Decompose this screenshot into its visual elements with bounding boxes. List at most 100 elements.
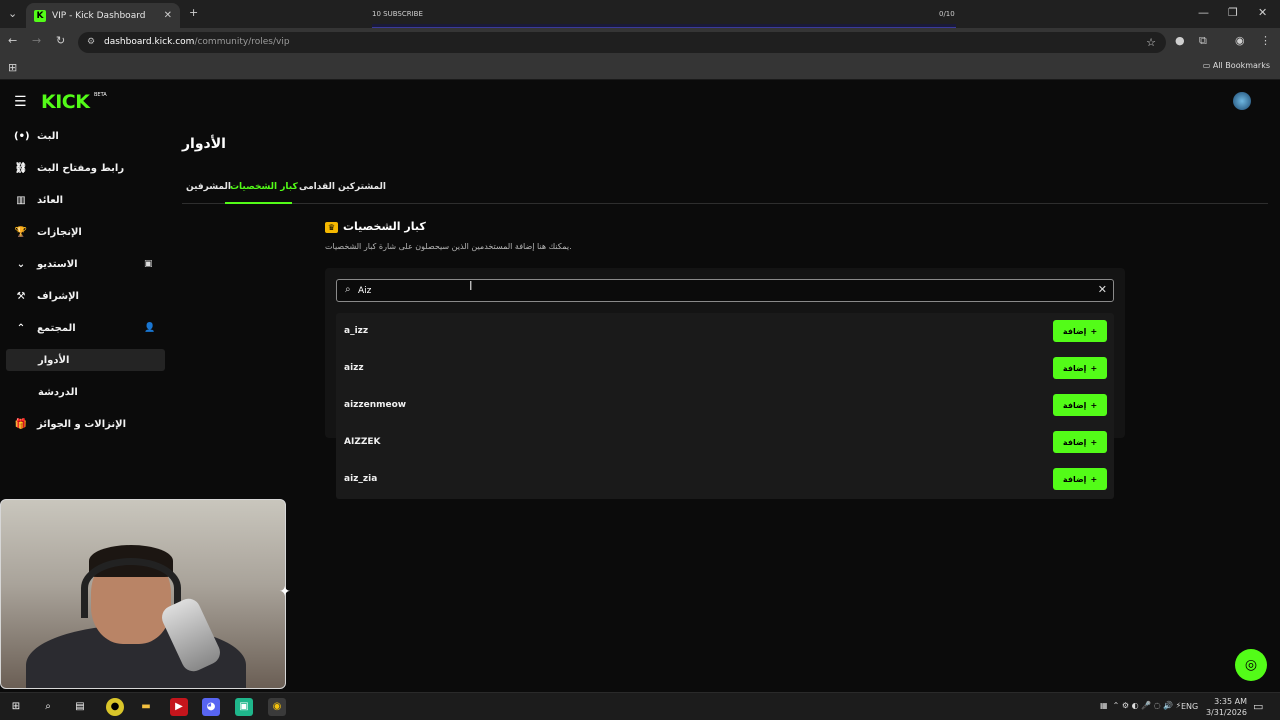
url-host: dashboard.kick.com <box>104 37 195 47</box>
tab-og-subscribers[interactable]: المشتركين القدامى <box>299 182 386 192</box>
all-bookmarks-button[interactable]: ▭ All Bookmarks <box>1203 61 1270 70</box>
streaming-app-icon[interactable]: ▣ <box>235 698 253 716</box>
active-tab-indicator <box>225 202 292 204</box>
sidebar-item-community[interactable]: ⌃ المجتمع 👤 <box>14 317 166 339</box>
kick-dashboard-page: ☰ KICK BETA (•) البث ⛓ رابط ومفتاح البث … <box>0 81 1280 691</box>
search-icon: ⌕ <box>345 284 351 295</box>
app-icon[interactable]: ● <box>106 698 124 716</box>
chevron-down-icon: ⌄ <box>16 258 26 270</box>
add-vip-button[interactable]: إضافة + <box>1053 320 1107 342</box>
sidebar-item-label: الأدوار <box>38 354 70 366</box>
overlay-count-text: 0/10 <box>939 10 955 18</box>
language-indicator[interactable]: ENG <box>1181 702 1198 711</box>
sidebar-item-label: الاستديو <box>37 258 78 270</box>
sidebar-item-stream-key[interactable]: ⛓ رابط ومفتاح البث <box>14 157 166 179</box>
bookmark-star-icon[interactable]: ☆ <box>1146 32 1156 53</box>
sidebar-item-achievements[interactable]: 🏆 الإنجازات <box>14 221 166 243</box>
broadcast-icon: (•) <box>14 130 30 142</box>
system-tray-icons[interactable]: ▦ ⌃ ⚙ ◐ 🎤 ◌ 🔊 ⚡ <box>1100 701 1181 710</box>
plus-icon: + <box>1090 474 1098 484</box>
taskbar: ⊞ ⌕ ▤ ● ▬ ▶ ◕ ▣ ◉ ▦ ⌃ ⚙ ◐ 🎤 ◌ 🔊 ⚡ ENG 3:… <box>0 692 1280 720</box>
plus-icon: + <box>1090 363 1098 373</box>
close-tab-icon[interactable]: ✕ <box>164 10 172 21</box>
apps-grid-icon[interactable]: ⊞ <box>8 61 17 74</box>
file-explorer-icon[interactable]: ▬ <box>137 698 155 716</box>
restore-icon[interactable]: ❐ <box>1228 6 1238 19</box>
sidebar-item-revenue[interactable]: ▥ العائد <box>14 189 166 211</box>
tab-title: VIP - Kick Dashboard <box>52 10 146 21</box>
clock-date: 3/31/2026 <box>1205 708 1247 717</box>
browser-tab-bar: ⌄ K VIP - Kick Dashboard ✕ + 10 SUBSCRIB… <box>0 0 1280 28</box>
section-description: يمكنك هنا إضافة المستخدمين الذين سيحصلون… <box>325 242 572 251</box>
reload-icon[interactable]: ↻ <box>56 34 65 47</box>
add-vip-button[interactable]: إضافة + <box>1053 357 1107 379</box>
sidebar-item-stream[interactable]: (•) البث <box>14 125 166 147</box>
folder-icon: ▭ <box>1202 61 1211 70</box>
search-icon[interactable]: ⌕ <box>39 698 57 716</box>
crown-icon: ♛ <box>325 222 338 233</box>
video-app-icon[interactable]: ▶ <box>170 698 188 716</box>
tab-vip[interactable]: كبار الشخصيات <box>230 182 298 192</box>
tab-search-icon[interactable]: ⌄ <box>8 7 17 20</box>
link-icon: ⛓ <box>14 162 28 174</box>
add-label: إضافة <box>1062 474 1087 484</box>
profile-icon[interactable]: ◉ <box>1235 34 1245 47</box>
result-username: a_izz <box>344 326 369 336</box>
windows-start-icon[interactable]: ⊞ <box>7 698 25 716</box>
back-icon[interactable]: ← <box>8 34 17 47</box>
list-item: aizz إضافة + <box>336 350 1114 387</box>
minimize-icon[interactable]: — <box>1198 6 1209 19</box>
studio-icon: ▣ <box>144 259 153 269</box>
add-vip-button[interactable]: إضافة + <box>1053 394 1107 416</box>
support-chat-icon[interactable]: ◎ <box>1235 649 1267 681</box>
chevron-up-icon: ⌃ <box>16 322 26 334</box>
sidebar-item-chat[interactable]: الدردشة <box>6 381 165 403</box>
kick-logo[interactable]: KICK <box>41 91 90 113</box>
page-title: الأدوار <box>182 136 226 152</box>
task-view-icon[interactable]: ▤ <box>71 698 89 716</box>
webcam-overlay <box>0 499 286 689</box>
extension-icon[interactable]: ● <box>1175 34 1185 47</box>
add-label: إضافة <box>1062 326 1087 336</box>
plus-icon: + <box>1090 400 1098 410</box>
search-input[interactable] <box>358 283 1058 298</box>
sidebar-item-label: رابط ومفتاح البث <box>37 162 125 174</box>
add-vip-button[interactable]: إضافة + <box>1053 431 1107 453</box>
sidebar-item-label: البث <box>37 130 59 142</box>
sidebar-item-label: الإنزالات و الجوائز <box>37 418 127 430</box>
hamburger-menu-icon[interactable]: ☰ <box>14 94 27 110</box>
result-username: AIZZEK <box>344 437 381 447</box>
chrome-icon[interactable]: ◉ <box>268 698 286 716</box>
sidebar-item-studio[interactable]: ⌄ الاستديو ▣ <box>14 253 166 275</box>
address-toolbar: ← → ↻ ⚙ dashboard.kick.com/community/rol… <box>0 28 1280 56</box>
sidebar-item-label: الدردشة <box>38 386 78 398</box>
notification-icon[interactable]: ▭ <box>1253 700 1263 713</box>
overlay-subscribe-text: 10 SUBSCRIBE <box>372 10 423 18</box>
search-field[interactable]: ⌕ ✕ <box>336 279 1114 302</box>
sidebar-item-moderation[interactable]: ⚒ الإشراف <box>14 285 166 307</box>
discord-icon[interactable]: ◕ <box>202 698 220 716</box>
sidebar-item-label: المجتمع <box>37 322 76 334</box>
browser-menu-icon[interactable]: ⋮ <box>1260 34 1271 47</box>
sidebar-item-label: الإنجازات <box>37 226 82 238</box>
close-icon[interactable]: ✕ <box>1098 283 1107 296</box>
search-results-list: a_izz إضافة + aizz إضافة + aizzenmeow إضاف… <box>336 313 1114 499</box>
new-tab-icon[interactable]: + <box>189 6 198 19</box>
sidebar-item-drops[interactable]: 🎁 الإنزالات و الجوائز <box>14 413 166 435</box>
sidebar-item-label: الإشراف <box>37 290 79 302</box>
add-vip-button[interactable]: إضافة + <box>1053 468 1107 490</box>
close-window-icon[interactable]: ✕ <box>1258 6 1267 19</box>
avatar[interactable] <box>1233 92 1251 110</box>
sidebar-item-roles[interactable]: الأدوار <box>6 349 165 371</box>
result-username: aiz_zia <box>344 474 378 484</box>
trophy-icon: 🏆 <box>14 226 28 238</box>
gift-icon: 🎁 <box>14 418 28 430</box>
url-bar[interactable]: ⚙ dashboard.kick.com/community/roles/vip… <box>78 32 1166 53</box>
forward-icon[interactable]: → <box>32 34 41 47</box>
taskbar-clock[interactable]: 3:35 AM 3/31/2026 <box>1203 696 1247 718</box>
extensions-puzzle-icon[interactable]: ⧉ <box>1199 34 1207 48</box>
tab-moderators[interactable]: المشرفين <box>186 182 231 192</box>
add-label: إضافة <box>1062 437 1087 447</box>
browser-tab[interactable]: K VIP - Kick Dashboard ✕ <box>26 3 180 28</box>
site-info-icon[interactable]: ⚙ <box>87 32 95 53</box>
